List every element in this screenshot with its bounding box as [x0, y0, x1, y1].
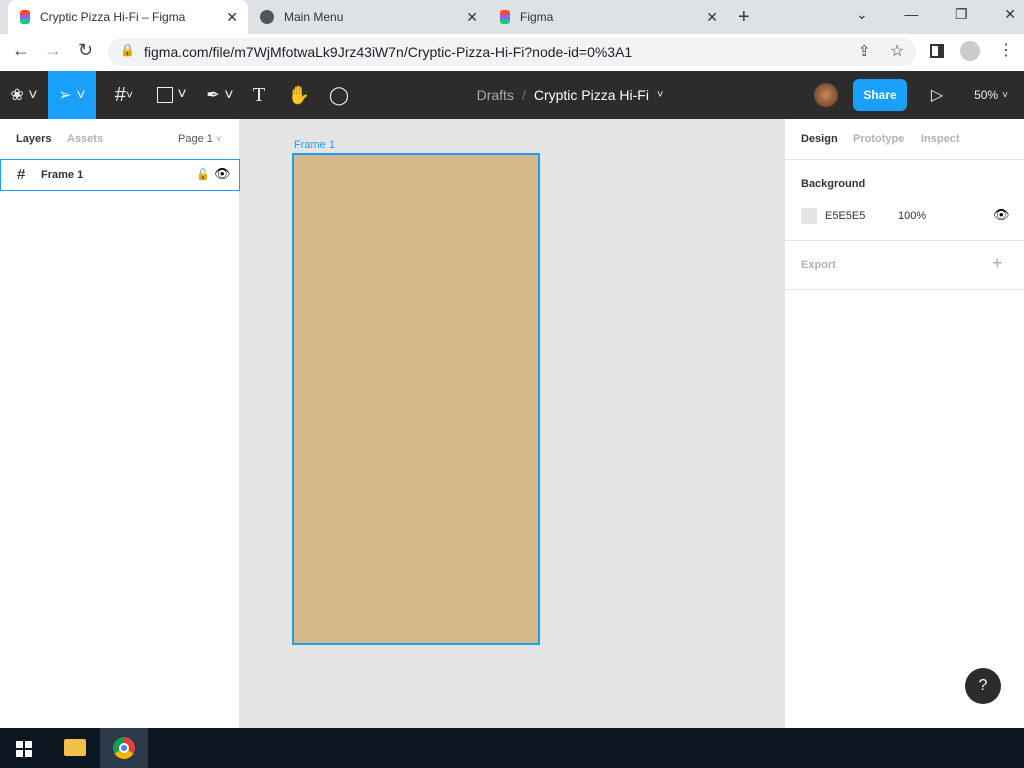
zoom-value: 50% — [974, 88, 999, 102]
back-icon[interactable]: ← — [12, 40, 30, 61]
tab-cryptic-pizza[interactable]: Cryptic Pizza Hi-Fi – Figma ✕ — [8, 0, 248, 34]
add-export-icon[interactable]: + — [992, 253, 1003, 274]
bg-hex-input[interactable]: E5E5E5 — [825, 210, 865, 222]
chevron-down-icon[interactable]: ⌄ — [856, 6, 868, 23]
main-menu-icon[interactable]: ❀ ˅ — [0, 71, 48, 119]
menu-icon[interactable]: ⋮ — [998, 40, 1014, 60]
close-icon[interactable]: ✕ — [226, 9, 238, 26]
eye-icon[interactable]: 👁 — [214, 166, 231, 182]
restore-icon[interactable]: ❐ — [955, 6, 968, 23]
globe-icon — [260, 10, 274, 24]
layers-panel: Layers Assets Page 1 ˅ # Frame 1 🔓 👁 — [0, 119, 240, 728]
color-swatch[interactable] — [801, 208, 817, 224]
tab-design[interactable]: Design — [801, 133, 838, 145]
tab-layers[interactable]: Layers — [16, 133, 51, 145]
zoom-dropdown[interactable]: 50% ˅ — [966, 71, 1016, 119]
tab-title: Cryptic Pizza Hi-Fi – Figma — [40, 10, 186, 24]
canvas[interactable]: Frame 1 — [240, 119, 784, 728]
unlock-icon[interactable]: 🔓 — [196, 168, 210, 181]
breadcrumb-separator: / — [521, 87, 526, 103]
shape-tool-icon[interactable]: ˅ — [148, 71, 196, 119]
text-tool-icon[interactable]: T — [244, 71, 274, 119]
pen-tool-icon[interactable]: ✒ ˅ — [196, 71, 244, 119]
new-tab-button[interactable]: + — [738, 6, 750, 29]
frame-1[interactable] — [292, 153, 540, 645]
frame-icon: # — [17, 166, 26, 183]
figma-icon — [20, 10, 30, 24]
comment-tool-icon[interactable]: ◯ — [324, 71, 354, 119]
tab-title: Main Menu — [284, 10, 344, 24]
share-button[interactable]: Share — [853, 79, 907, 111]
lock-icon: 🔒 — [120, 43, 135, 57]
layer-row-frame-1[interactable]: # Frame 1 🔓 👁 — [0, 159, 240, 191]
divider — [785, 289, 1024, 290]
side-panel-icon[interactable] — [930, 44, 944, 58]
help-button[interactable]: ? — [965, 668, 1001, 704]
windows-start-icon[interactable] — [16, 741, 32, 757]
tab-inspect[interactable]: Inspect — [921, 133, 960, 145]
chrome-taskbar-button[interactable] — [100, 728, 148, 768]
figma-icon — [500, 10, 510, 24]
chevron-down-icon[interactable]: ˅ — [657, 89, 663, 101]
taskbar — [0, 728, 1024, 768]
url-text: figma.com/file/m7WjMfotwaLk9Jrz43iW7n/Cr… — [144, 44, 633, 60]
chrome-icon — [113, 737, 135, 759]
url-input[interactable]: 🔒 figma.com/file/m7WjMfotwaLk9Jrz43iW7n/C… — [108, 38, 916, 66]
export-title: Export — [801, 259, 836, 271]
file-explorer-icon[interactable] — [64, 739, 86, 756]
star-icon[interactable]: ☆ — [890, 41, 904, 61]
layer-name: Frame 1 — [41, 169, 84, 181]
avatar[interactable] — [814, 83, 838, 107]
tab-prototype[interactable]: Prototype — [853, 133, 904, 145]
share-page-icon[interactable]: ⇪ — [858, 42, 871, 60]
page-selector[interactable]: Page 1 ˅ — [178, 133, 221, 145]
reload-icon[interactable]: ↻ — [78, 40, 93, 61]
close-window-icon[interactable]: ✕ — [1004, 6, 1016, 23]
file-name[interactable]: Cryptic Pizza Hi-Fi — [534, 87, 649, 103]
file-breadcrumb[interactable]: Drafts / Cryptic Pizza Hi-Fi ˅ — [460, 71, 680, 119]
tab-main-menu[interactable]: Main Menu ✕ — [248, 0, 488, 34]
hand-tool-icon[interactable]: ✋ — [284, 71, 314, 119]
divider — [785, 159, 1024, 160]
divider — [785, 240, 1024, 241]
tab-figma[interactable]: Figma ✕ — [488, 0, 728, 34]
window-controls: ⌄ — ❐ ✕ — [856, 6, 1016, 23]
close-icon[interactable]: ✕ — [466, 9, 478, 26]
background-title: Background — [801, 178, 866, 190]
minimize-icon[interactable]: — — [904, 6, 918, 23]
profile-icon[interactable] — [960, 41, 980, 61]
frame-tool-icon[interactable]: # ˅ — [100, 71, 148, 119]
design-panel: Design Prototype Inspect Background E5E5… — [784, 119, 1024, 728]
frame-label[interactable]: Frame 1 — [294, 139, 335, 151]
eye-icon[interactable]: 👁 — [993, 207, 1010, 223]
bg-opacity-input[interactable]: 100% — [898, 210, 926, 222]
close-icon[interactable]: ✕ — [706, 9, 718, 26]
tab-title: Figma — [520, 10, 554, 24]
page-name: Page 1 — [178, 133, 213, 145]
breadcrumb-drafts[interactable]: Drafts — [477, 87, 514, 103]
move-tool-icon[interactable]: ➢ ˅ — [48, 71, 96, 119]
present-icon[interactable]: ▷ — [926, 71, 948, 119]
tab-assets[interactable]: Assets — [67, 133, 103, 145]
forward-icon[interactable]: → — [44, 40, 62, 61]
